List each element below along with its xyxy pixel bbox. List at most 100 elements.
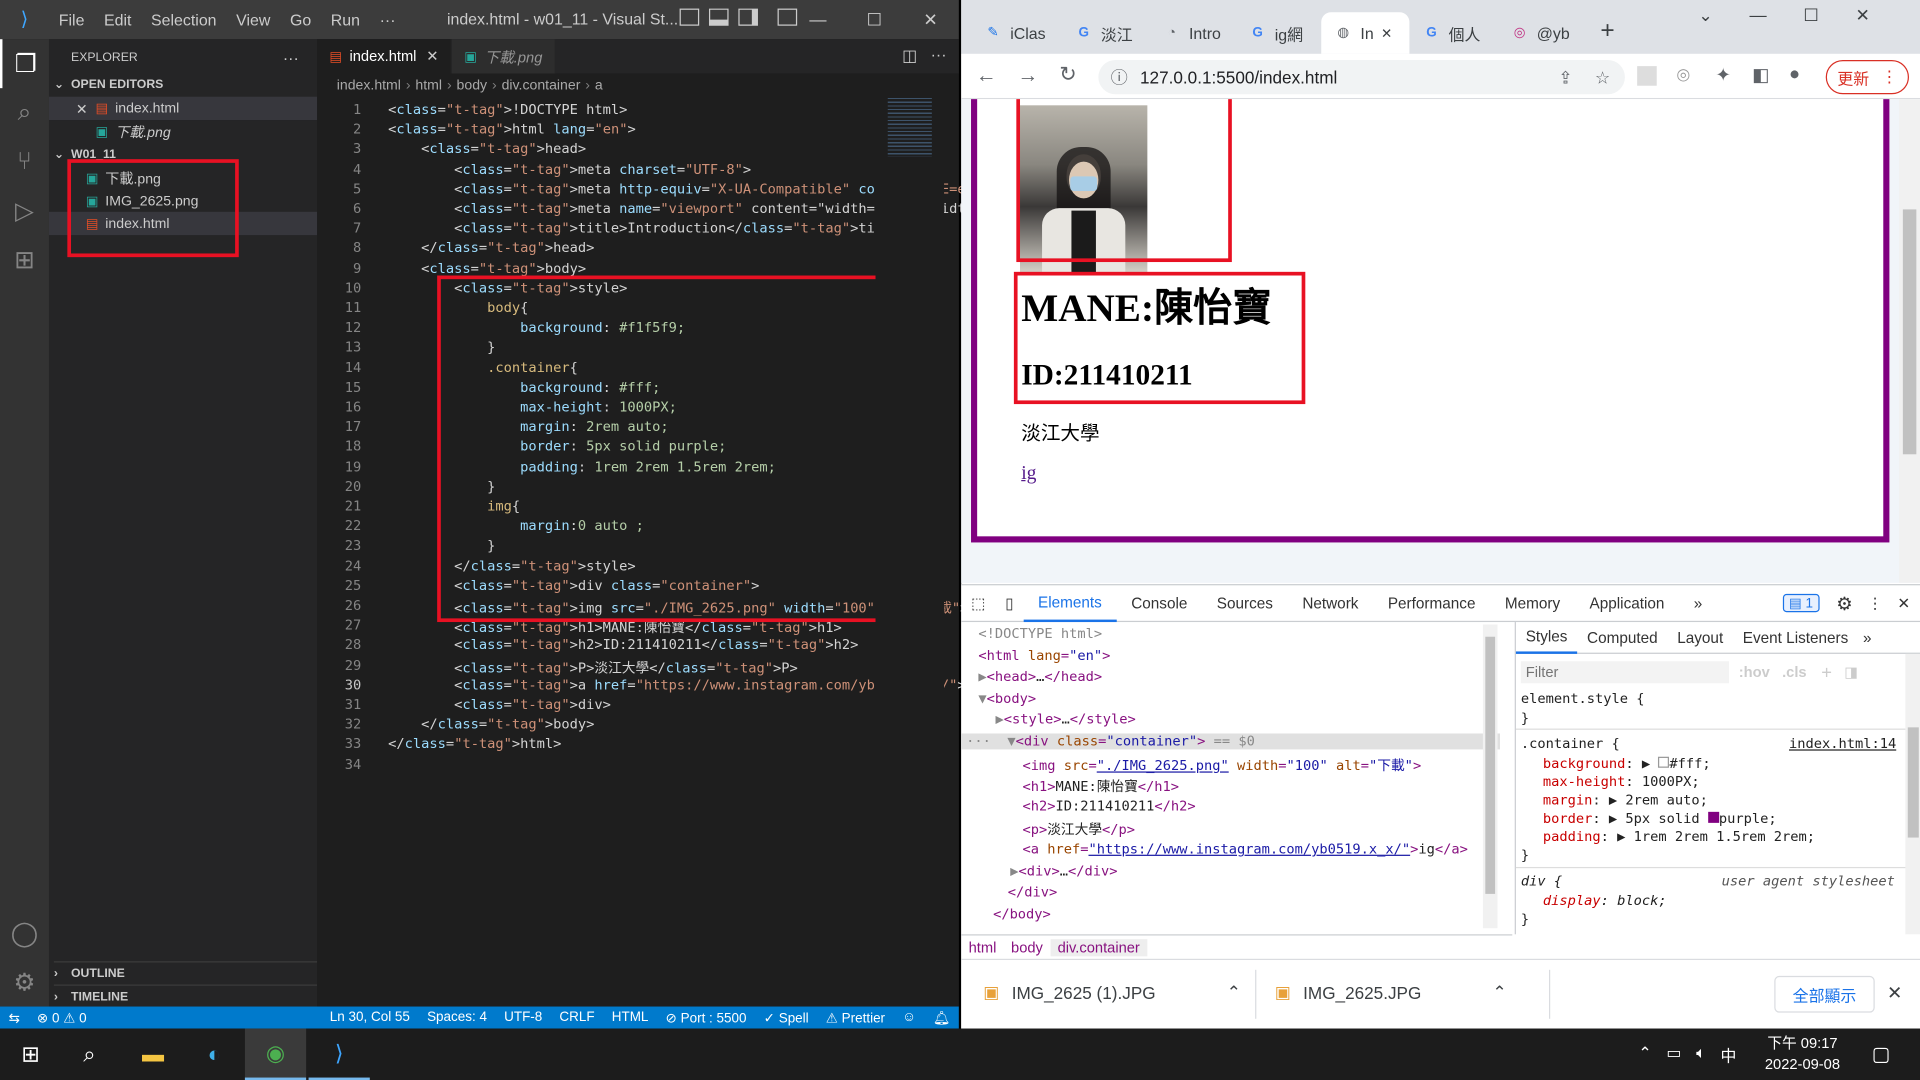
address-bar[interactable]: ⓘ 127.0.0.1:5500/index.html ⇪ ☆ (1098, 60, 1625, 95)
more-actions-icon[interactable]: ··· (283, 49, 299, 67)
outline-header[interactable]: › OUTLINE (53, 961, 318, 984)
menu-run[interactable]: Run (321, 10, 370, 28)
open-editor-item-png[interactable]: ▣ 下載.png (96, 120, 171, 143)
tab-layout[interactable]: Layout (1667, 629, 1733, 646)
notifications-bell-icon[interactable]: 🔔︎ (925, 1010, 959, 1026)
bookmark-star-icon[interactable]: ☆ (1595, 67, 1610, 88)
show-all-button[interactable]: 全部顯示 (1774, 975, 1875, 1013)
browser-tab[interactable]: ◍ In ✕ (1321, 12, 1410, 54)
more-tabs-icon[interactable]: » (1858, 629, 1876, 646)
site-info-icon[interactable]: ⓘ (1111, 65, 1128, 89)
vscode-taskbar-icon[interactable]: ⟩ (308, 1029, 370, 1080)
cursor-position[interactable]: Ln 30, Col 55 (321, 1010, 418, 1025)
timeline-header[interactable]: › TIMELINE (53, 984, 318, 1007)
volume-icon[interactable]: 🔈︎ (1696, 1043, 1706, 1066)
close-icon[interactable]: ✕ (1855, 5, 1869, 26)
browser-tab[interactable]: ◔ Intro (1150, 12, 1236, 54)
share-icon[interactable]: ⇪ (1558, 67, 1572, 88)
close-tab-icon[interactable]: ✕ (1381, 25, 1392, 41)
minimize-icon[interactable]: — (1749, 5, 1766, 26)
browser-tab[interactable]: ◎ @yb (1498, 12, 1584, 54)
menu-view[interactable]: View (226, 10, 280, 28)
breadcrumb-item[interactable]: div.container (502, 78, 581, 93)
styles-filter-input[interactable] (1520, 661, 1729, 684)
dom-tree[interactable]: <!DOCTYPE html> <html lang="en"> ▶<head>… (961, 622, 1501, 934)
run-debug-icon[interactable]: ▷ (0, 186, 49, 235)
tab-application[interactable]: Application (1575, 585, 1679, 622)
split-editor-icon[interactable]: ◫ (902, 47, 917, 67)
chevron-up-icon[interactable]: ⌃ (1227, 982, 1241, 1003)
settings-gear-icon[interactable]: ⚙ (0, 958, 49, 1007)
download-item[interactable]: ▣ IMG_2625.JPG ⌃ (1275, 982, 1507, 1003)
profile-avatar-icon[interactable]: ● (1789, 64, 1800, 85)
search-icon[interactable]: ⌕ (59, 1029, 120, 1080)
add-rule-icon[interactable]: + (1821, 662, 1832, 683)
instagram-link[interactable]: ig (1021, 463, 1036, 485)
new-tab-icon[interactable]: + (1600, 17, 1614, 45)
issues-badge[interactable]: ▤ 1 (1782, 593, 1820, 613)
remote-icon[interactable]: ⇆ (0, 1010, 28, 1026)
tab-png[interactable]: ▣ 下載.png (452, 39, 556, 74)
devtools-close-icon[interactable]: ✕ (1897, 594, 1910, 612)
device-toolbar-icon[interactable]: ▯ (995, 585, 1023, 622)
menu-file[interactable]: File (49, 10, 94, 28)
notification-center-icon[interactable]: ▢ (1854, 1029, 1908, 1080)
layout-secondary-icon[interactable] (738, 8, 758, 26)
tab-index-html[interactable]: ▤ index.html ✕ (317, 39, 453, 74)
extension-icon[interactable] (1637, 66, 1657, 86)
spell-check[interactable]: ✓ Spell (755, 1010, 817, 1026)
close-icon[interactable]: ✕ (902, 0, 958, 39)
layout-panel-icon[interactable] (708, 8, 729, 26)
breadcrumb-item[interactable]: body (457, 78, 488, 93)
problems-indicator[interactable]: ⊗ 0 ⚠ 0 (28, 1010, 95, 1026)
cls-toggle[interactable]: .cls (1782, 664, 1807, 681)
input-method[interactable]: 中 (1720, 1043, 1736, 1066)
menu-more[interactable]: ··· (370, 10, 406, 28)
edge-browser-icon[interactable]: ◐ (184, 1029, 245, 1080)
menu-edit[interactable]: Edit (94, 10, 141, 28)
dom-scrollbar[interactable] (1482, 624, 1498, 929)
tab-performance[interactable]: Performance (1373, 585, 1490, 622)
more-tabs-icon[interactable]: » (1679, 585, 1717, 622)
close-editor-icon[interactable]: ✕ (76, 100, 96, 117)
page-scrollbar[interactable] (1899, 99, 1920, 583)
source-control-icon[interactable]: ⑂ (0, 137, 49, 186)
minimize-icon[interactable]: — (790, 0, 846, 39)
open-editor-item-index[interactable]: ✕ ▤ index.html (48, 96, 318, 121)
prettier[interactable]: ⚠ Prettier (817, 1010, 893, 1026)
breadcrumb-item[interactable]: index.html (337, 78, 401, 93)
indentation[interactable]: Spaces: 4 (418, 1010, 495, 1025)
browser-tab[interactable]: Gig網 (1236, 12, 1322, 54)
minimap[interactable] (875, 97, 945, 1007)
windows-start-icon[interactable]: ⊞ (0, 1029, 61, 1080)
maximize-icon[interactable]: ☐ (846, 0, 902, 39)
chrome-taskbar-icon[interactable]: ◉ (244, 1028, 307, 1080)
puzzle-extensions-icon[interactable]: ✦ (1716, 64, 1731, 86)
menu-selection[interactable]: Selection (141, 10, 226, 28)
crumb-body[interactable]: body (1004, 939, 1051, 956)
extensions-icon[interactable]: ⊞ (0, 235, 49, 284)
close-tab-icon[interactable]: ✕ (426, 48, 438, 65)
devtools-settings-gear-icon[interactable]: ⚙ (1836, 592, 1852, 614)
download-item[interactable]: ▣ IMG_2625 (1).JPG ⌃ (983, 982, 1241, 1003)
browser-tab[interactable]: ✎ iClas (971, 12, 1057, 54)
styles-scrollbar[interactable] (1905, 653, 1920, 935)
update-button[interactable]: 更新 ⋮ (1825, 60, 1909, 95)
computed-sidebar-icon[interactable]: ◨ (1844, 664, 1858, 681)
tab-styles[interactable]: Styles (1515, 621, 1578, 654)
layout-sidebar-icon[interactable] (679, 8, 700, 26)
feedback-icon[interactable]: ☺ (894, 1010, 925, 1025)
tab-search-chevron-icon[interactable]: ⌄ (1698, 5, 1712, 26)
crumb-div-container[interactable]: div.container (1050, 939, 1148, 957)
clock[interactable]: 下午 09:17 2022-09-08 (1753, 1033, 1851, 1075)
crumb-html[interactable]: html (961, 939, 1003, 956)
maximize-icon[interactable]: ☐ (1803, 5, 1818, 26)
live-server-port[interactable]: ⊘ Port : 5500 (657, 1010, 755, 1026)
tab-console[interactable]: Console (1117, 585, 1203, 622)
reload-icon[interactable]: ↻ (1059, 62, 1076, 86)
account-icon[interactable]: ◯ (0, 909, 49, 958)
devtools-menu-icon[interactable]: ⋮ (1867, 594, 1882, 612)
language-mode[interactable]: HTML (603, 1010, 657, 1025)
search-icon[interactable]: ⌕ (0, 88, 49, 137)
back-arrow-icon[interactable]: ← (976, 64, 997, 88)
